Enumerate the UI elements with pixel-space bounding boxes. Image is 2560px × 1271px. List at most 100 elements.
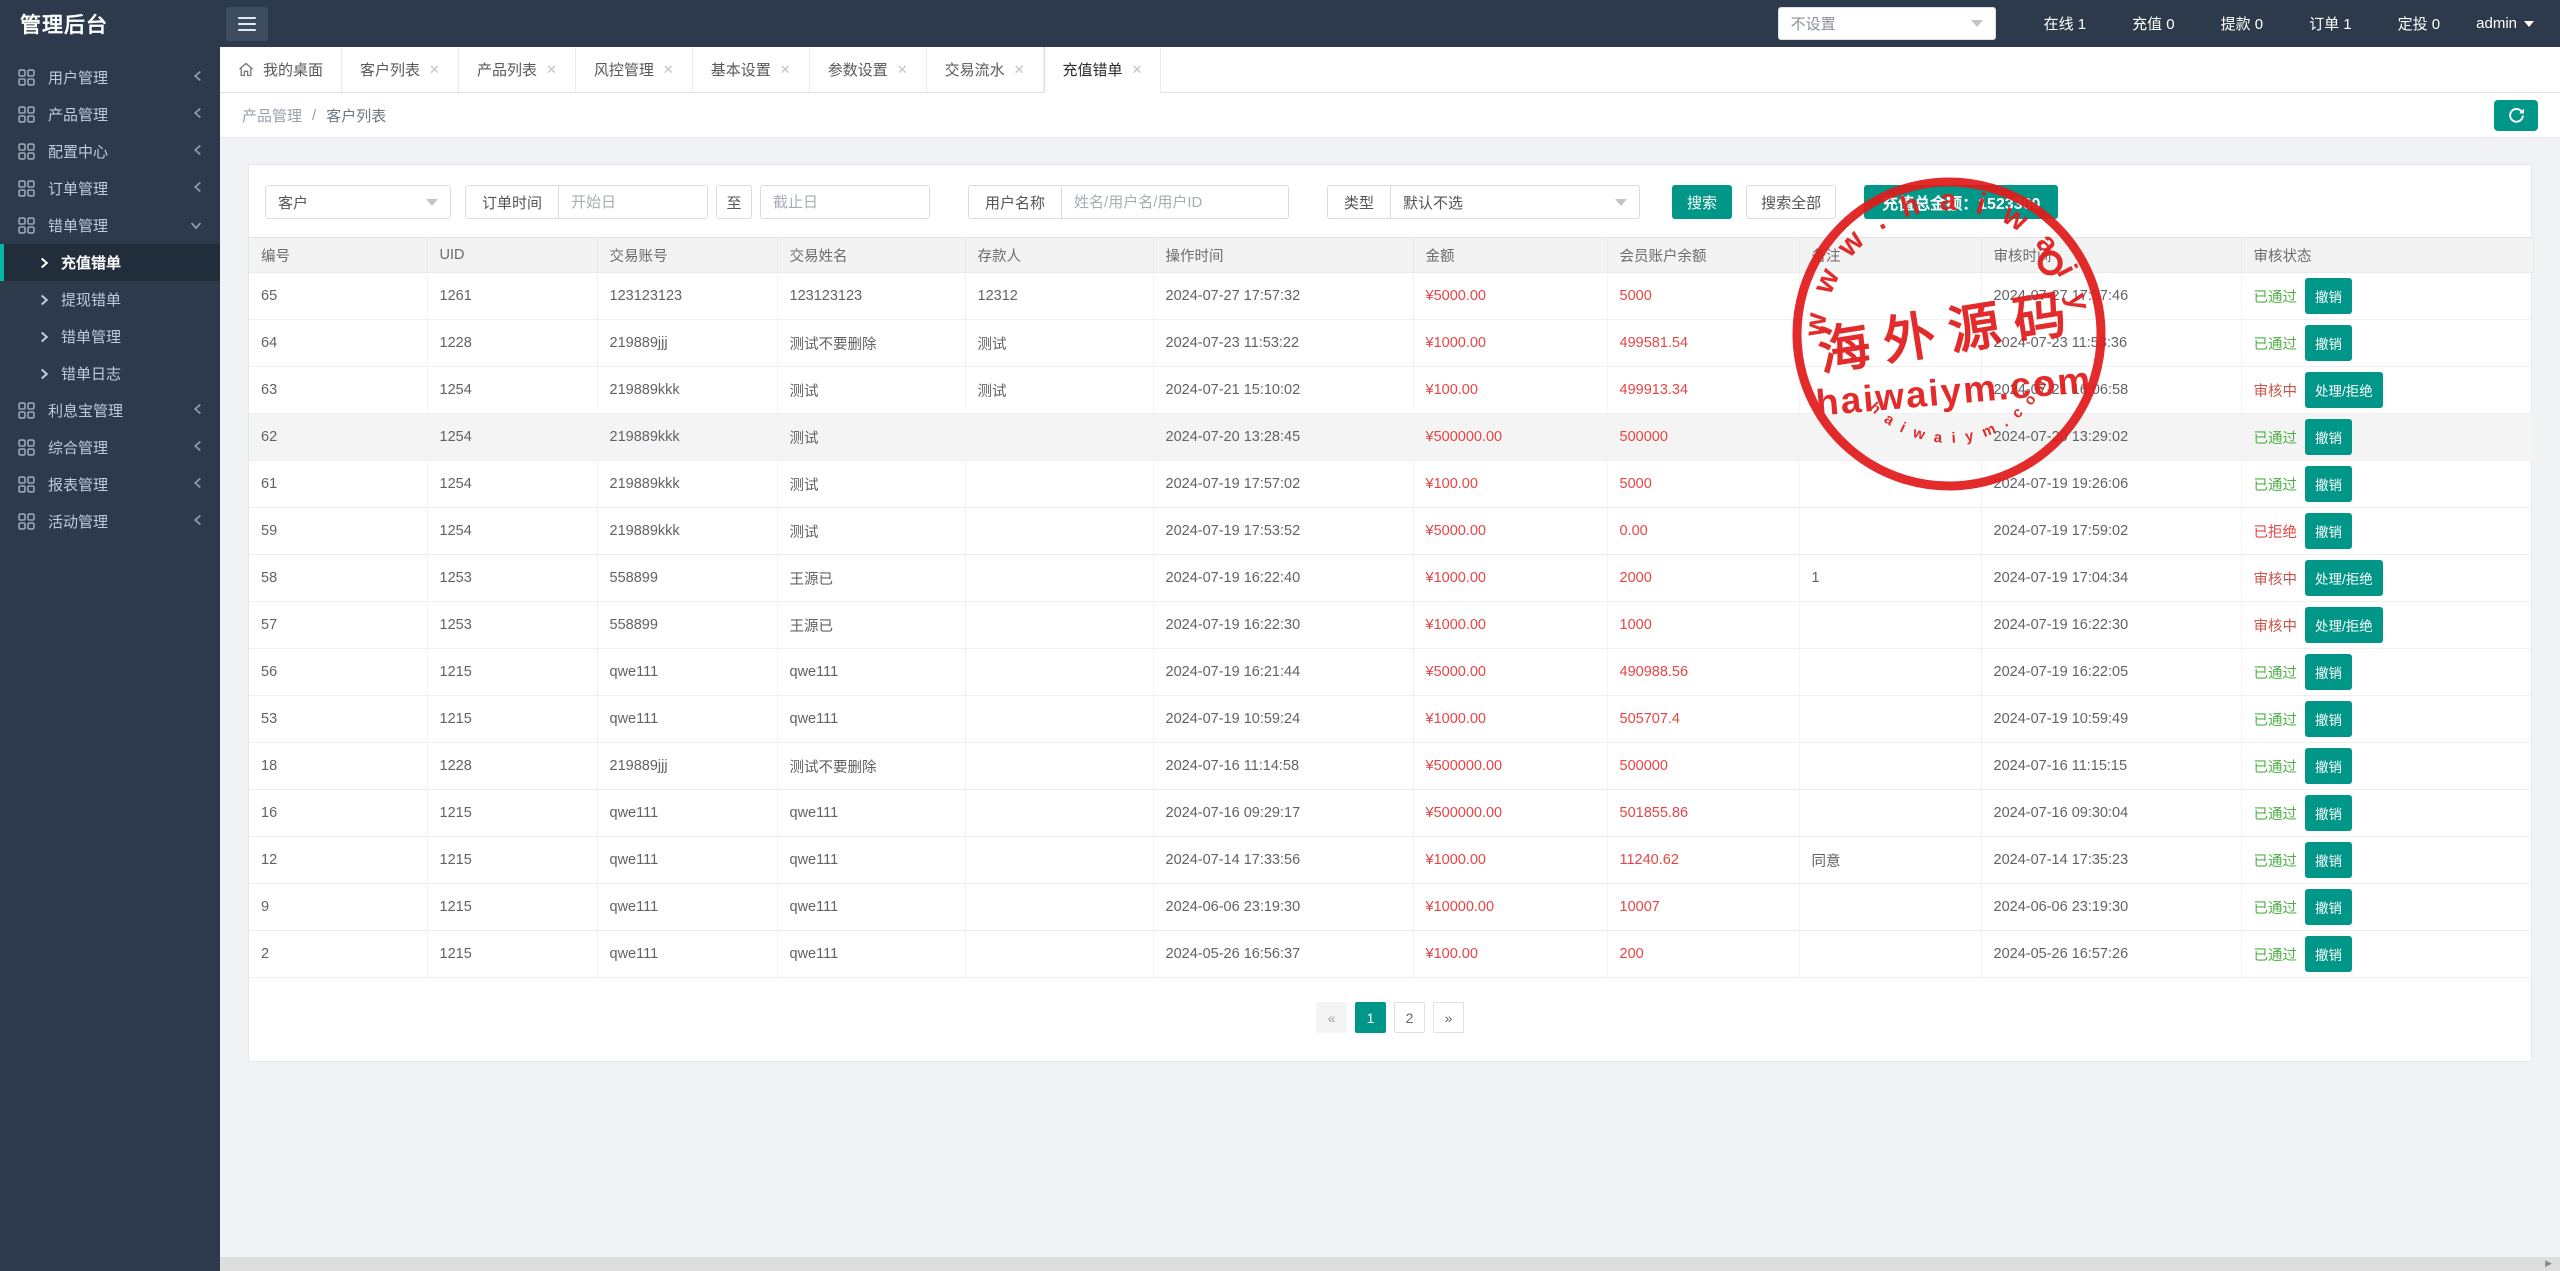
sidebar-item[interactable]: 产品管理 bbox=[0, 96, 220, 133]
customer-select[interactable]: 客户 bbox=[265, 185, 451, 219]
pagination-page-2[interactable]: 2 bbox=[1394, 1002, 1425, 1033]
table-row: 641228219889jjj测试不要删除测试2024-07-23 11:53:… bbox=[249, 320, 2533, 367]
revoke-button[interactable]: 撤销 bbox=[2305, 701, 2352, 737]
revoke-button[interactable]: 撤销 bbox=[2305, 795, 2352, 831]
sidebar-item[interactable]: 用户管理 bbox=[0, 59, 220, 96]
cell-amount: ¥100.00 bbox=[1413, 367, 1607, 414]
tab-close-icon[interactable]: ✕ bbox=[780, 62, 791, 78]
chevron-right-icon bbox=[40, 294, 49, 306]
breadcrumb-item[interactable]: 产品管理 bbox=[242, 105, 302, 126]
status-badge: 审核中 bbox=[2254, 572, 2298, 588]
chevron-left-icon bbox=[193, 440, 202, 452]
cell-remark bbox=[1799, 790, 1981, 837]
sidebar-subitem[interactable]: 错单管理 bbox=[0, 318, 220, 355]
tab-close-icon[interactable]: ✕ bbox=[663, 62, 674, 78]
tab-close-icon[interactable]: ✕ bbox=[1132, 62, 1143, 78]
grid-icon bbox=[18, 402, 35, 419]
refresh-button[interactable] bbox=[2494, 100, 2538, 131]
tab-充值错单[interactable]: 充值错单✕ bbox=[1044, 47, 1162, 93]
chevron-left-icon bbox=[193, 477, 202, 489]
cell-order-id: 16 bbox=[249, 790, 427, 837]
sidebar-item[interactable]: 报表管理 bbox=[0, 466, 220, 503]
sidebar-item[interactable]: 订单管理 bbox=[0, 170, 220, 207]
revoke-button[interactable]: 撤销 bbox=[2305, 278, 2352, 314]
horizontal-scrollbar[interactable]: ▶ bbox=[220, 1257, 2560, 1271]
topbar-stat[interactable]: 提款 0 bbox=[2221, 13, 2264, 34]
sidebar-item[interactable]: 错单管理 bbox=[0, 207, 220, 244]
pagination-next[interactable]: » bbox=[1433, 1002, 1464, 1033]
sidebar-subitem[interactable]: 错单日志 bbox=[0, 355, 220, 392]
sidebar-subitem-label: 充值错单 bbox=[61, 252, 121, 273]
sidebar-subitem[interactable]: 提现错单 bbox=[0, 281, 220, 318]
breadcrumb-item[interactable]: 客户列表 bbox=[326, 105, 386, 126]
cell-remark bbox=[1799, 602, 1981, 649]
process-reject-button[interactable]: 处理/拒绝 bbox=[2305, 607, 2383, 643]
tab-我的桌面[interactable]: 我的桌面 bbox=[220, 47, 342, 92]
cell-member-balance: 499581.54 bbox=[1607, 320, 1799, 367]
sidebar-item[interactable]: 活动管理 bbox=[0, 503, 220, 540]
cell-order-id: 64 bbox=[249, 320, 427, 367]
cell-trade-account: 219889kkk bbox=[597, 508, 777, 555]
topbar-filter-select[interactable]: 不设置 bbox=[1778, 7, 1996, 40]
tab-交易流水[interactable]: 交易流水✕ bbox=[927, 47, 1044, 92]
refresh-icon bbox=[2508, 107, 2525, 124]
search-button[interactable]: 搜索 bbox=[1672, 185, 1732, 219]
start-date-input[interactable] bbox=[559, 186, 707, 218]
tab-基本设置[interactable]: 基本设置✕ bbox=[693, 47, 810, 92]
tab-产品列表[interactable]: 产品列表✕ bbox=[459, 47, 576, 92]
topbar-stat[interactable]: 充值 0 bbox=[2132, 13, 2175, 34]
topbar-stat[interactable]: 定投 0 bbox=[2398, 13, 2441, 34]
tab-close-icon[interactable]: ✕ bbox=[897, 62, 908, 78]
sidebar-item[interactable]: 配置中心 bbox=[0, 133, 220, 170]
cell-trade-account: 219889kkk bbox=[597, 414, 777, 461]
cell-audit-status: 已通过撤销 bbox=[2241, 414, 2533, 461]
process-reject-button[interactable]: 处理/拒绝 bbox=[2305, 372, 2383, 408]
pagination-prev[interactable]: « bbox=[1316, 1002, 1347, 1033]
tab-close-icon[interactable]: ✕ bbox=[546, 62, 557, 78]
revoke-button[interactable]: 撤销 bbox=[2305, 325, 2352, 361]
cell-trade-name: 测试 bbox=[777, 461, 965, 508]
sidebar-toggle-button[interactable] bbox=[226, 7, 268, 41]
tab-参数设置[interactable]: 参数设置✕ bbox=[810, 47, 927, 92]
username-input[interactable] bbox=[1062, 186, 1288, 218]
pagination-page-1[interactable]: 1 bbox=[1355, 1002, 1386, 1033]
revoke-button[interactable]: 撤销 bbox=[2305, 936, 2352, 972]
end-date-input[interactable] bbox=[761, 186, 929, 218]
admin-menu[interactable]: admin bbox=[2476, 15, 2534, 32]
sidebar-item-label: 用户管理 bbox=[48, 67, 193, 88]
cell-amount: ¥500000.00 bbox=[1413, 790, 1607, 837]
cell-depositor bbox=[965, 837, 1153, 884]
topbar-stat[interactable]: 在线 1 bbox=[2044, 13, 2087, 34]
revoke-button[interactable]: 撤销 bbox=[2305, 466, 2352, 502]
tab-close-icon[interactable]: ✕ bbox=[1014, 62, 1025, 78]
topbar-stat[interactable]: 订单 1 bbox=[2309, 13, 2352, 34]
cell-trade-name: qwe111 bbox=[777, 649, 965, 696]
revoke-button[interactable]: 撤销 bbox=[2305, 889, 2352, 925]
cell-depositor bbox=[965, 790, 1153, 837]
column-header: 金额 bbox=[1413, 238, 1607, 273]
cell-member-balance: 11240.62 bbox=[1607, 837, 1799, 884]
revoke-button[interactable]: 撤销 bbox=[2305, 419, 2352, 455]
sidebar-item[interactable]: 综合管理 bbox=[0, 429, 220, 466]
revoke-button[interactable]: 撤销 bbox=[2305, 842, 2352, 878]
tab-风控管理[interactable]: 风控管理✕ bbox=[576, 47, 693, 92]
revoke-button[interactable]: 撤销 bbox=[2305, 654, 2352, 690]
search-all-button[interactable]: 搜索全部 bbox=[1746, 185, 1836, 219]
cell-member-balance: 0.00 bbox=[1607, 508, 1799, 555]
tab-close-icon[interactable]: ✕ bbox=[429, 62, 440, 78]
sidebar-item-label: 综合管理 bbox=[48, 437, 193, 458]
chevron-right-icon bbox=[40, 331, 49, 343]
type-select[interactable]: 默认不选 bbox=[1391, 186, 1639, 218]
sidebar-subitem[interactable]: 充值错单 bbox=[0, 244, 220, 281]
cell-order-id: 18 bbox=[249, 743, 427, 790]
cell-trade-name: 测试 bbox=[777, 367, 965, 414]
revoke-button[interactable]: 撤销 bbox=[2305, 748, 2352, 784]
sidebar-item[interactable]: 利息宝管理 bbox=[0, 392, 220, 429]
tab-客户列表[interactable]: 客户列表✕ bbox=[342, 47, 459, 92]
breadcrumb-bar: 产品管理/客户列表 bbox=[220, 93, 2560, 138]
process-reject-button[interactable]: 处理/拒绝 bbox=[2305, 560, 2383, 596]
revoke-button[interactable]: 撤销 bbox=[2305, 513, 2352, 549]
cell-audit-status: 已通过撤销 bbox=[2241, 931, 2533, 978]
cell-uid: 1254 bbox=[427, 414, 597, 461]
cell-depositor: 测试 bbox=[965, 320, 1153, 367]
